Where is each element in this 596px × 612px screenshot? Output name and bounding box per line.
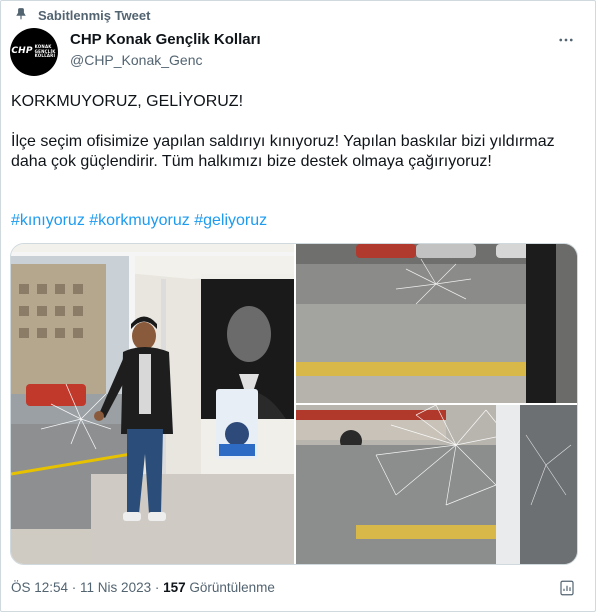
pinned-indicator: Sabitlenmiş Tweet (14, 6, 150, 24)
more-options-icon[interactable] (556, 30, 576, 50)
photo-man-pointing-icon (11, 244, 294, 564)
photo-shattered-glass-icon (296, 405, 577, 564)
photo-cracked-glass-icon (296, 244, 577, 403)
photo-bottom-right[interactable] (296, 405, 577, 564)
hashtag-link[interactable]: #korkmuyoruz (89, 212, 189, 229)
views-label: Görüntülenme (185, 580, 275, 595)
hashtag-link[interactable]: #geliyoruz (194, 212, 267, 229)
pinned-label: Sabitlenmiş Tweet (38, 7, 151, 23)
pin-icon (14, 7, 28, 24)
media-grid (10, 243, 578, 565)
avatar-logo: CHP KONAK GENÇLİK KOLLARI (11, 44, 56, 59)
tweet-date[interactable]: 11 Nis 2023 (80, 580, 151, 595)
tweet-metadata: ÖS 12:54 · 11 Nis 2023 · 157 Görüntülenm… (11, 580, 275, 595)
author-name[interactable]: CHP Konak Gençlik Kolları (70, 31, 261, 48)
views-count: 157 (163, 580, 186, 595)
tweet-line-1: KORKMUYORUZ, GELİYORUZ! (11, 93, 244, 110)
avatar[interactable]: CHP KONAK GENÇLİK KOLLARI (10, 28, 58, 76)
analytics-icon[interactable] (558, 578, 576, 598)
photo-left[interactable] (11, 244, 294, 564)
hashtag-link[interactable]: #kınıyoruz (11, 212, 85, 229)
tweet-paragraph-2: İlçe seçim ofisimize yapılan saldırıyı k… (11, 133, 555, 170)
tweet-time[interactable]: ÖS 12:54 (11, 580, 68, 595)
photo-top-right[interactable] (296, 244, 577, 403)
hashtags: #kınıyoruz #korkmuyoruz #geliyoruz (11, 211, 267, 231)
author-handle[interactable]: @CHP_Konak_Genc (70, 52, 203, 68)
